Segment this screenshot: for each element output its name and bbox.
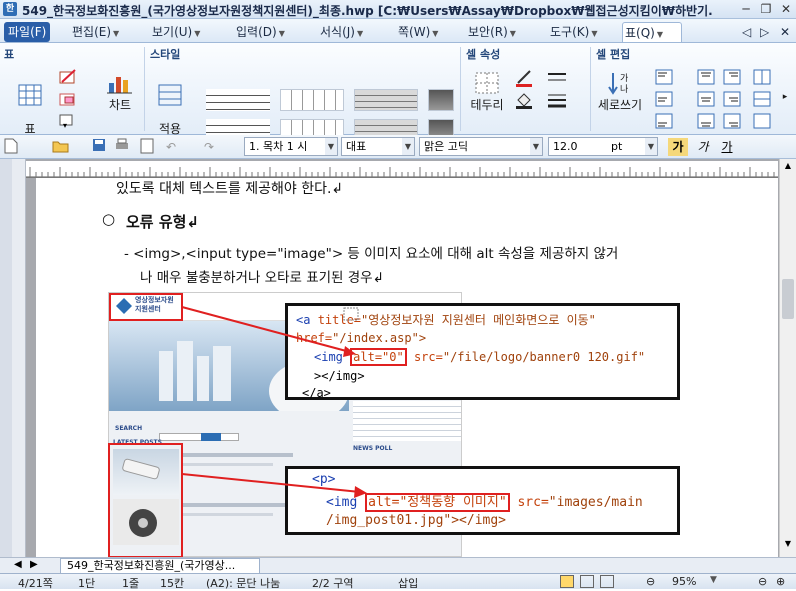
web-view-icon[interactable]	[580, 575, 594, 588]
arrow-line-2	[181, 473, 361, 493]
document-tab[interactable]: 549_한국정보화진흥원_(국가영상...	[60, 558, 260, 573]
arrow-line-1	[181, 306, 351, 353]
page-view-icon[interactable]	[560, 575, 574, 588]
arrow-head-2	[354, 486, 367, 498]
logo-highlight-box	[109, 293, 183, 321]
tab-next-icon[interactable]: ▶	[30, 559, 38, 570]
zoom-in-icon[interactable]: ⊕	[776, 575, 785, 588]
document-tab-bar: ◀ ▶ 549_한국정보화진흥원_(국가영상...	[0, 557, 796, 573]
zoom-value[interactable]: 95%	[672, 575, 696, 588]
status-bar: 4/21쪽 1단 1줄 15칸 (A2): 문단 나눔 2/2 구역 삽입 ⊖ …	[0, 573, 796, 590]
outline-view-icon[interactable]	[600, 575, 614, 588]
zoom-icon[interactable]: ⊖	[646, 575, 655, 588]
arrow-head-1	[343, 346, 356, 357]
cursor-selection	[343, 307, 359, 321]
tab-prev-icon[interactable]: ◀	[14, 559, 22, 570]
chevron-down-icon[interactable]: ▼	[710, 575, 717, 585]
post-highlight-box	[108, 443, 183, 558]
annotation-overlay	[108, 293, 367, 558]
zoom-out-icon[interactable]: ⊖	[758, 575, 767, 588]
